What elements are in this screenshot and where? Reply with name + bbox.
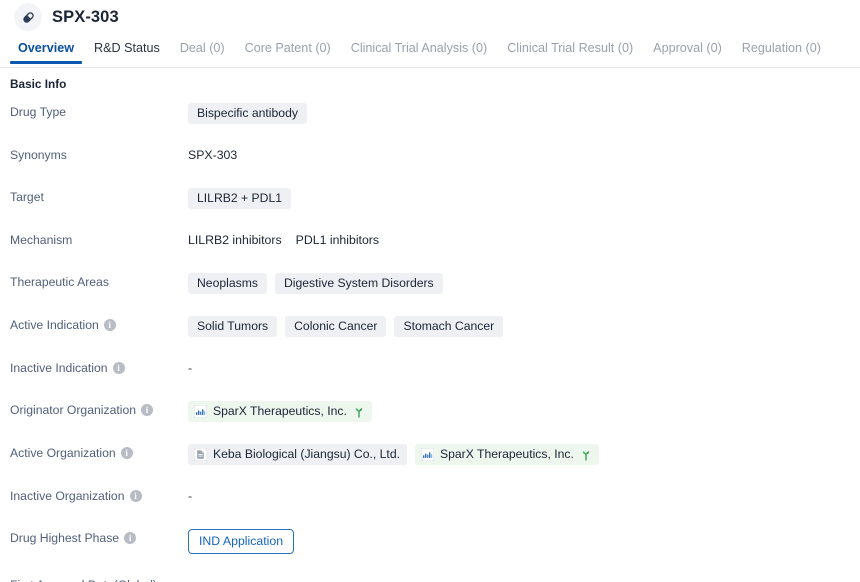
value-mechanism: LILRB2 inhibitors PDL1 inhibitors (188, 230, 860, 248)
label-active-organization: Active Organization i (10, 443, 188, 461)
value-drug-type: Bispecific antibody (188, 102, 860, 124)
info-icon[interactable]: i (112, 362, 125, 374)
row-target: Target LILRB2 + PDL1 (0, 187, 860, 209)
sprout-icon (580, 449, 592, 461)
org-chip-sparx-therapeutics[interactable]: SparX Therapeutics, Inc. (188, 401, 372, 422)
label-text: Therapeutic Areas (10, 275, 109, 289)
row-inactive-indication: Inactive Indication i - (0, 358, 860, 379)
info-icon[interactable]: i (129, 490, 142, 502)
empty-value: - (188, 360, 193, 375)
value-inactive-organization: - (188, 486, 860, 504)
mechanism-item: PDL1 inhibitors (295, 232, 380, 247)
label-drug-type: Drug Type (10, 102, 188, 120)
chip-drug-type[interactable]: Bispecific antibody (188, 103, 307, 124)
chip-active-indication[interactable]: Solid Tumors (188, 316, 278, 337)
label-text: Mechanism (10, 233, 73, 247)
row-drug-type: Drug Type Bispecific antibody (0, 102, 860, 124)
tab-deal[interactable]: Deal (0) (170, 39, 235, 64)
label-text: Synonyms (10, 148, 67, 162)
section-title-basic-info: Basic Info (10, 77, 67, 91)
label-first-approval-date: First Approval Date(Global) (10, 575, 188, 582)
value-drug-highest-phase: IND Application (188, 528, 860, 554)
org-name: Keba Biological (Jiangsu) Co., Ltd. (213, 447, 400, 461)
tab-clinical-trial-analysis[interactable]: Clinical Trial Analysis (0) (341, 39, 497, 64)
chip-active-indication[interactable]: Stomach Cancer (394, 316, 504, 337)
value-therapeutic-areas: Neoplasms Digestive System Disorders (188, 272, 860, 294)
synonym-text: SPX-303 (188, 147, 238, 162)
label-drug-highest-phase: Drug Highest Phase i (10, 528, 188, 546)
value-originator-organization: SparX Therapeutics, Inc. (188, 400, 860, 422)
tab-regulation[interactable]: Regulation (0) (732, 39, 831, 64)
label-inactive-organization: Inactive Organization i (10, 486, 188, 504)
row-mechanism: Mechanism LILRB2 inhibitors PDL1 inhibit… (0, 230, 860, 251)
row-inactive-organization: Inactive Organization i - (0, 486, 860, 507)
value-synonyms: SPX-303 (188, 145, 860, 163)
chip-therapeutic-area[interactable]: Neoplasms (188, 273, 267, 294)
sparx-logo-icon (194, 405, 207, 418)
label-text: Drug Type (10, 105, 67, 119)
pill-capsule-icon (14, 3, 42, 31)
tab-overview[interactable]: Overview (8, 39, 84, 64)
mechanism-list: LILRB2 inhibitors PDL1 inhibitors (188, 233, 379, 247)
value-active-organization: Keba Biological (Jiangsu) Co., Ltd. Spar… (188, 443, 860, 465)
label-text: Drug Highest Phase (10, 531, 120, 545)
value-first-approval-date: - (188, 575, 860, 582)
label-target: Target (10, 187, 188, 205)
empty-value: - (188, 578, 192, 582)
sparx-logo-icon (420, 448, 434, 461)
chip-active-indication[interactable]: Colonic Cancer (285, 316, 387, 337)
sprout-icon (353, 406, 365, 418)
label-text: First Approval Date(Global) (10, 577, 157, 582)
info-icon[interactable]: i (103, 319, 116, 331)
label-text: Active Indication (10, 318, 99, 332)
label-text: Inactive Indication (10, 361, 108, 375)
info-icon[interactable]: i (124, 532, 137, 544)
label-originator-organization: Originator Organization i (10, 400, 188, 418)
label-text: Originator Organization (10, 403, 136, 417)
info-icon[interactable]: i (141, 404, 153, 416)
page-header: SPX-303 (0, 2, 860, 32)
building-document-icon (194, 448, 207, 461)
tab-clinical-trial-result[interactable]: Clinical Trial Result (0) (497, 39, 643, 64)
empty-value: - (188, 488, 193, 503)
label-text: Target (10, 190, 44, 204)
value-inactive-indication: - (188, 358, 860, 376)
label-inactive-indication: Inactive Indication i (10, 358, 188, 376)
row-therapeutic-areas: Therapeutic Areas Neoplasms Digestive Sy… (0, 272, 860, 294)
row-drug-highest-phase: Drug Highest Phase i IND Application (0, 528, 860, 554)
row-synonyms: Synonyms SPX-303 (0, 145, 860, 166)
tab-rd-status[interactable]: R&D Status (84, 39, 170, 64)
row-active-indication: Active Indication i Solid Tumors Colonic… (0, 315, 860, 337)
org-chip-keba-biological[interactable]: Keba Biological (Jiangsu) Co., Ltd. (188, 444, 407, 465)
label-therapeutic-areas: Therapeutic Areas (10, 272, 188, 290)
row-active-organization: Active Organization i Keba Biological (J… (0, 443, 860, 465)
value-target: LILRB2 + PDL1 (188, 187, 860, 209)
overview-panel: Basic Info Drug Type Bispecific antibody… (0, 68, 860, 582)
label-synonyms: Synonyms (10, 145, 188, 163)
page-title: SPX-303 (52, 7, 119, 26)
label-text: Inactive Organization (10, 489, 125, 503)
label-active-indication: Active Indication i (10, 315, 188, 333)
tab-bar: Overview R&D Status Deal (0) Core Patent… (0, 39, 860, 68)
label-mechanism: Mechanism (10, 230, 188, 248)
status-badge-drug-phase[interactable]: IND Application (188, 529, 295, 554)
value-active-indication: Solid Tumors Colonic Cancer Stomach Canc… (188, 315, 860, 337)
info-icon[interactable]: i (120, 447, 133, 459)
chip-therapeutic-area[interactable]: Digestive System Disorders (274, 273, 443, 294)
mechanism-item: LILRB2 inhibitors (188, 232, 282, 247)
label-text: Active Organization (10, 446, 116, 460)
org-name: SparX Therapeutics, Inc. (439, 447, 574, 461)
org-chip-sparx-therapeutics[interactable]: SparX Therapeutics, Inc. (414, 444, 599, 465)
org-name: SparX Therapeutics, Inc. (213, 404, 347, 418)
row-originator-organization: Originator Organization i SparX Therapeu… (0, 400, 860, 422)
row-first-approval-date: First Approval Date(Global) - (0, 575, 860, 582)
tab-core-patent[interactable]: Core Patent (0) (235, 39, 341, 64)
tab-approval[interactable]: Approval (0) (643, 39, 732, 64)
chip-target[interactable]: LILRB2 + PDL1 (188, 188, 292, 209)
